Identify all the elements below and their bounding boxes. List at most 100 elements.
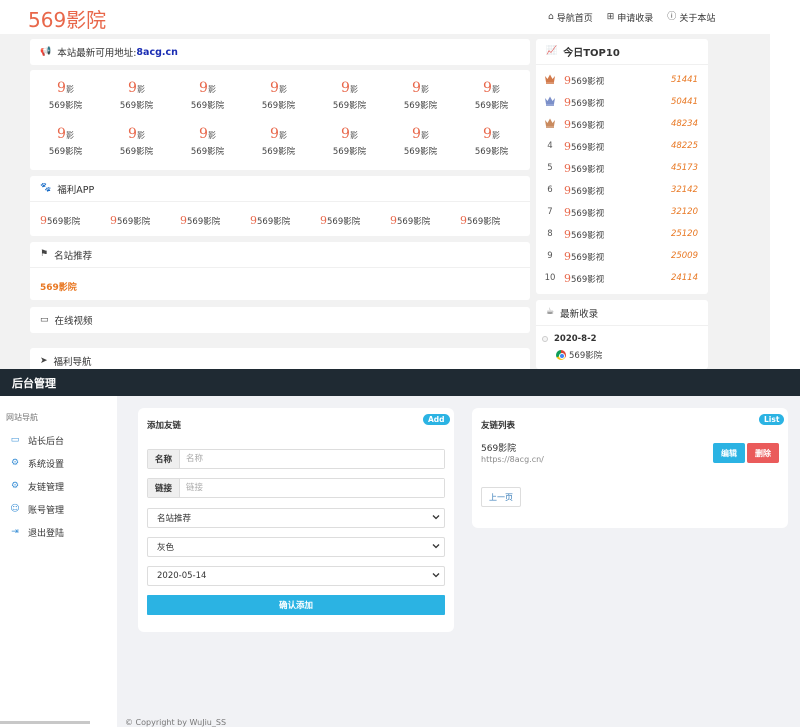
link-input[interactable]: [180, 479, 444, 497]
sidebar-item[interactable]: ☺ 账号管理: [10, 503, 64, 517]
rank-number: 6: [547, 185, 553, 195]
chevron-down-icon: [432, 515, 440, 520]
nav-about[interactable]: ⓘ 关于本站: [667, 11, 715, 25]
app-item[interactable]: 9569影院: [320, 214, 390, 227]
top10-row[interactable]: 5 9569影视 45173: [536, 157, 708, 179]
list-panel-title: 友链列表: [481, 421, 516, 431]
site-tile-logo: 9影: [172, 126, 243, 144]
top10-value: 32142: [670, 185, 698, 195]
top10-row[interactable]: 7 9569影视 32120: [536, 201, 708, 223]
site-tile-label: 569影院: [474, 147, 509, 157]
app-item-logo: 9: [110, 214, 117, 227]
top10-row[interactable]: 6 9569影视 32142: [536, 179, 708, 201]
top10-row[interactable]: 10 9569影视 24114: [536, 267, 708, 289]
site-tile[interactable]: 9影 569影院: [385, 80, 456, 111]
sidebar-item[interactable]: ⚙ 友链管理: [10, 480, 64, 494]
latest-item[interactable]: 569影院: [556, 349, 602, 361]
app-item[interactable]: 9569影院: [390, 214, 460, 227]
site-logo[interactable]: 569影院: [28, 4, 106, 33]
site-tile-label: 569影院: [190, 101, 225, 111]
chevron-down-icon: [432, 544, 440, 549]
video-card: ▭ 在线视频: [30, 307, 530, 333]
sidebar-item[interactable]: ⇥ 退出登陆: [10, 526, 64, 540]
app-item[interactable]: 9569影院: [40, 214, 110, 227]
site-tile[interactable]: 9影 569影院: [172, 80, 243, 111]
top10-row[interactable]: 8 9569影视 25120: [536, 223, 708, 245]
top10-row[interactable]: 9569影视 50441: [536, 91, 708, 113]
top10-row[interactable]: 9 9569影视 25009: [536, 245, 708, 267]
category-select[interactable]: 名站推荐: [147, 508, 445, 528]
top10-value: 25120: [670, 229, 698, 239]
delete-button[interactable]: 删除: [747, 443, 779, 463]
front-site: 569影院 ⌂ 导航首页 ⊞ 申请收录 ⓘ 关于本站 📢 本站最新可用地址: 8a…: [0, 0, 800, 369]
site-tile[interactable]: 9影 569影院: [314, 126, 385, 157]
site-tile-label: 569影院: [261, 147, 296, 157]
rank-crown: [536, 117, 564, 131]
site-tile-logo: 9影: [456, 126, 527, 144]
app-item[interactable]: 9569影院: [110, 214, 180, 227]
notice-url[interactable]: 8acg.cn: [136, 47, 177, 58]
top10-site: 9569影视: [564, 228, 664, 241]
top10-logo: 9: [564, 271, 571, 285]
site-tile-label: 569影院: [403, 147, 438, 157]
app-item[interactable]: 9569影院: [460, 214, 530, 227]
prev-page-button[interactable]: 上一页: [481, 487, 521, 507]
latest-card: ☕ 最新收录 2020-8-2 569影院: [536, 300, 708, 369]
sidebar-item-label: 系统设置: [28, 460, 65, 470]
date-select[interactable]: 2020-05-14: [147, 566, 445, 586]
recommend-title: 名站推荐: [54, 250, 93, 262]
app-item-label: 569影院: [117, 217, 151, 227]
name-input-group: 名称: [147, 449, 445, 469]
top10-row[interactable]: 9569影视 48234: [536, 113, 708, 135]
rank-number: 5: [547, 163, 553, 173]
nav-apply[interactable]: ⊞ 申请收录: [607, 11, 654, 25]
submit-button[interactable]: 确认添加: [147, 595, 445, 615]
app-item-logo: 9: [40, 214, 47, 227]
site-tile[interactable]: 9影 569影院: [385, 126, 456, 157]
app-item-label: 569影院: [467, 217, 501, 227]
link-input-group: 链接: [147, 478, 445, 498]
sidebar-item[interactable]: ▭ 站长后台: [10, 434, 64, 448]
sidebar-item[interactable]: ⚙ 系统设置: [10, 457, 65, 471]
logo-number: 9: [270, 126, 279, 142]
site-tile[interactable]: 9影 569影院: [101, 126, 172, 157]
monitor-icon: ▭: [40, 314, 49, 325]
site-tile-label: 569影院: [403, 101, 438, 111]
site-tile[interactable]: 9影 569影院: [101, 80, 172, 111]
color-select[interactable]: 灰色: [147, 537, 445, 557]
site-tile[interactable]: 9影 569影院: [243, 80, 314, 111]
rank-number: 10: [544, 273, 556, 283]
app-item[interactable]: 9569影院: [180, 214, 250, 227]
sidebar-scrollbar[interactable]: [0, 721, 90, 724]
rank-number: 4: [547, 141, 553, 151]
logo-char: 影: [136, 131, 145, 140]
recommend-link[interactable]: 569影院: [40, 280, 77, 293]
app-item-logo: 9: [390, 214, 397, 227]
link-list-panel: 友链列表 List 569影院 https://8acg.cn/ 编辑 删除 上…: [472, 408, 788, 528]
welfare-card: ➤ 福利导航: [30, 348, 530, 369]
site-tile-logo: 9影: [385, 80, 456, 98]
site-tile[interactable]: 9影 569影院: [30, 80, 101, 111]
top10-logo: 9: [564, 139, 571, 153]
link-label: 链接: [148, 479, 180, 497]
gear-icon: ⚙: [10, 458, 20, 468]
top10-row[interactable]: 4 9569影视 48225: [536, 135, 708, 157]
site-tile-logo: 9影: [385, 126, 456, 144]
name-input[interactable]: [180, 450, 444, 468]
app-item-label: 569影院: [47, 217, 81, 227]
site-tile[interactable]: 9影 569影院: [314, 80, 385, 111]
nav-home[interactable]: ⌂ 导航首页: [548, 11, 593, 25]
site-tile[interactable]: 9影 569影院: [30, 126, 101, 157]
site-tile[interactable]: 9影 569影院: [456, 126, 527, 157]
rank-crown: [536, 95, 564, 109]
top10-value: 25009: [670, 251, 698, 261]
site-tile-label: 569影院: [119, 147, 154, 157]
app-item[interactable]: 9569影院: [250, 214, 320, 227]
site-tile[interactable]: 9影 569影院: [243, 126, 314, 157]
site-tile[interactable]: 9影 569影院: [172, 126, 243, 157]
edit-button[interactable]: 编辑: [713, 443, 745, 463]
top10-row[interactable]: 9569影视 51441: [536, 69, 708, 91]
site-tile[interactable]: 9影 569影院: [456, 80, 527, 111]
megaphone-icon: 📢: [40, 46, 52, 57]
logo-number: 9: [412, 126, 421, 142]
